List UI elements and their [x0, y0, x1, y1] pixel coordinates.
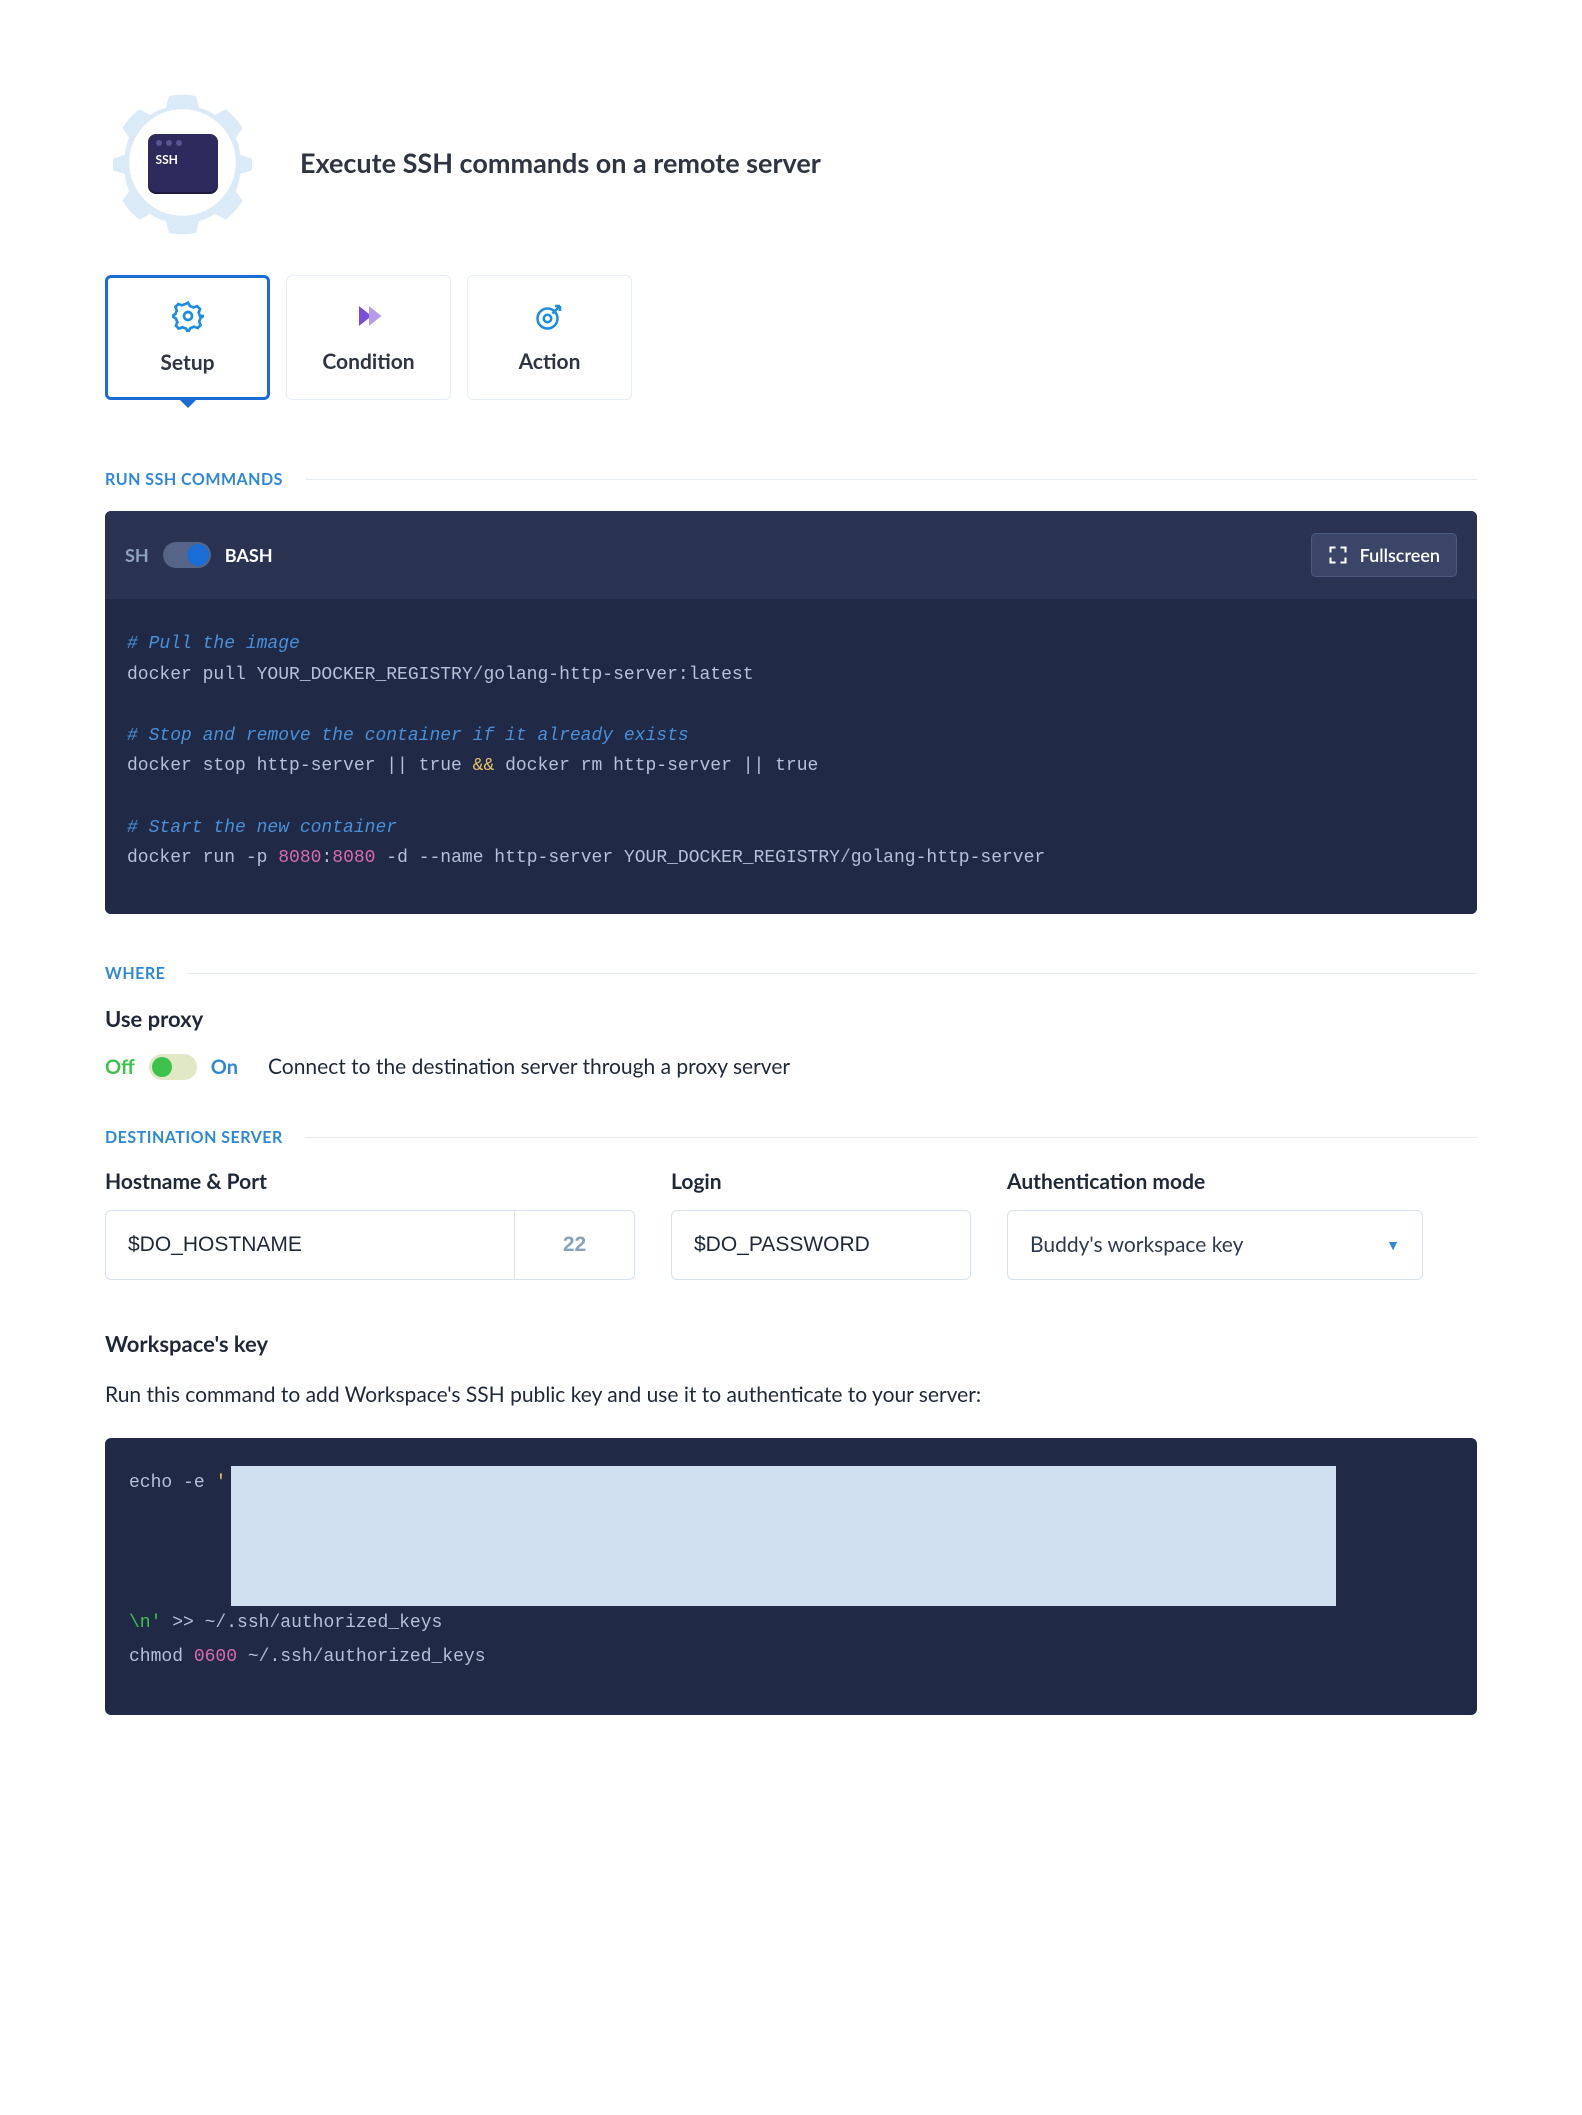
toggle-pill[interactable]: [163, 542, 211, 568]
section-label: WHERE: [105, 964, 165, 983]
auth-mode-field: Authentication mode Buddy's workspace ke…: [1007, 1169, 1423, 1280]
code-editor[interactable]: # Pull the image docker pull YOUR_DOCKER…: [105, 599, 1477, 914]
gear-outline-icon: [172, 300, 204, 332]
fullscreen-label: Fullscreen: [1360, 544, 1440, 566]
code-panel-header: SH BASH Fullscreen: [105, 511, 1477, 599]
login-input[interactable]: [671, 1210, 971, 1280]
auth-mode-value: Buddy's workspace key: [1030, 1232, 1243, 1257]
proxy-toggle-row: Off On Connect to the destination server…: [105, 1054, 1477, 1080]
fullscreen-icon: [1328, 545, 1348, 565]
hostname-field: Hostname & Port: [105, 1169, 635, 1280]
fullscreen-button[interactable]: Fullscreen: [1311, 533, 1457, 577]
bash-label: BASH: [225, 544, 273, 566]
hostname-input[interactable]: [105, 1210, 515, 1280]
section-run-ssh: RUN SSH COMMANDS: [105, 470, 1477, 489]
ssh-icon: SSH: [148, 134, 218, 192]
use-proxy-title: Use proxy: [105, 1005, 1477, 1032]
proxy-off-label: Off: [105, 1055, 135, 1079]
action-gear-icon: SSH: [105, 85, 260, 240]
tab-label: Action: [519, 349, 581, 374]
tab-label: Condition: [322, 349, 414, 374]
section-label: RUN SSH COMMANDS: [105, 470, 283, 489]
auth-mode-select[interactable]: Buddy's workspace key ▼: [1007, 1210, 1423, 1280]
proxy-on-label: On: [211, 1055, 238, 1079]
workspace-key-desc: Run this command to add Workspace's SSH …: [105, 1379, 1477, 1411]
tab-action[interactable]: Action: [467, 275, 632, 400]
tab-bar: Setup Condition Action: [105, 275, 1477, 400]
workspace-key-title: Workspace's key: [105, 1330, 1477, 1357]
ssh-key-placeholder: [231, 1466, 1336, 1606]
proxy-toggle[interactable]: [149, 1054, 197, 1080]
section-label: DESTINATION SERVER: [105, 1128, 283, 1147]
play-forward-icon: [354, 301, 384, 331]
page-header: SSH Execute SSH commands on a remote ser…: [105, 85, 1477, 240]
workspace-key-command[interactable]: echo -e ' \n' >> ~/.ssh/authorized_keys …: [105, 1438, 1477, 1714]
chevron-down-icon: ▼: [1386, 1236, 1400, 1253]
shell-toggle[interactable]: SH BASH: [125, 542, 273, 568]
section-where: WHERE: [105, 964, 1477, 983]
port-input[interactable]: [515, 1210, 635, 1280]
code-panel: SH BASH Fullscreen # Pull the image dock…: [105, 511, 1477, 914]
destination-form-row: Hostname & Port Login Authentication mod…: [105, 1169, 1477, 1280]
page-title: Execute SSH commands on a remote server: [300, 146, 821, 179]
tab-label: Setup: [160, 350, 214, 375]
section-destination: DESTINATION SERVER: [105, 1128, 1477, 1147]
target-arrow-icon: [535, 301, 565, 331]
proxy-description: Connect to the destination server throug…: [268, 1054, 790, 1079]
sh-label: SH: [125, 544, 149, 566]
field-label: Hostname & Port: [105, 1169, 635, 1194]
tab-condition[interactable]: Condition: [286, 275, 451, 400]
tab-setup[interactable]: Setup: [105, 275, 270, 400]
ssh-badge-label: SSH: [156, 152, 178, 167]
field-label: Authentication mode: [1007, 1169, 1423, 1194]
login-field: Login: [671, 1169, 971, 1280]
field-label: Login: [671, 1169, 971, 1194]
